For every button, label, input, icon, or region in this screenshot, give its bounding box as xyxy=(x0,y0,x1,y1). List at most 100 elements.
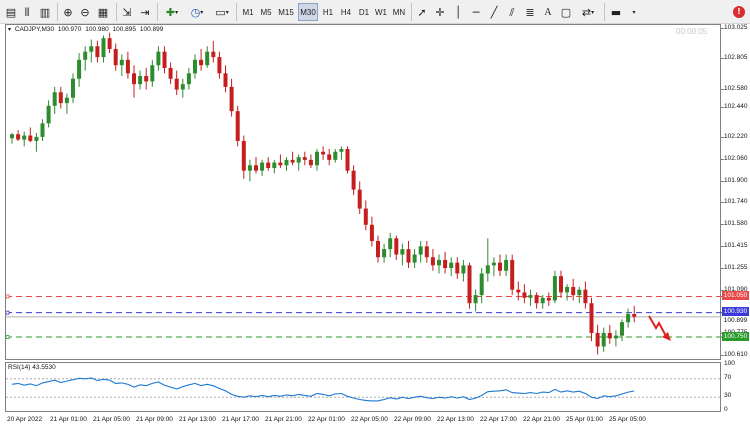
periods-icon[interactable]: ◷ ▾ xyxy=(186,3,208,21)
support-price-badge: 100.930 xyxy=(722,307,749,317)
arrows-icon[interactable]: ⇄ ▾ xyxy=(577,3,599,21)
candle-body xyxy=(583,289,588,304)
rsi-axis-label: 30 xyxy=(724,392,732,400)
rsi-pane[interactable] xyxy=(5,362,722,412)
horizontal-line-icon[interactable]: ─ xyxy=(469,3,483,21)
candle-body xyxy=(119,59,124,66)
crosshair-icon[interactable]: ✛ xyxy=(433,3,447,21)
candle-body xyxy=(113,48,118,66)
dropdown-icon[interactable]: ▾ xyxy=(627,3,641,21)
properties-icon[interactable]: ▬ xyxy=(609,3,623,21)
toolbar-separator xyxy=(604,3,605,21)
toolbar: ▤ ⦀ ▥ ⊕ ⊖ ▦ ⇲ ⇥ ✚ ▾ ◷ ▾ ▭ ▾ M1 M5 M15 M30 H… xyxy=(0,0,750,24)
candle-body xyxy=(223,73,228,87)
chart-shift-icon[interactable]: ⇥ xyxy=(138,3,152,21)
candle-body xyxy=(430,257,435,266)
price-axis[interactable]: 103.025 102.805 102.580 102.440 102.220 102.0… xyxy=(721,24,750,360)
candle-body xyxy=(345,149,350,171)
candle-body xyxy=(449,262,454,269)
candle-body xyxy=(437,259,441,266)
candle-body xyxy=(400,249,405,255)
candle-body xyxy=(71,78,75,98)
projection-arrow xyxy=(648,315,668,339)
projection-arrow-head xyxy=(662,332,671,341)
candle-body xyxy=(284,159,289,166)
candle-body xyxy=(394,238,399,255)
price-axis-tick xyxy=(721,246,724,248)
candle-body xyxy=(607,332,612,339)
timeframe-w1[interactable]: W1 xyxy=(373,3,389,21)
notification-icon[interactable]: ! xyxy=(732,3,746,21)
candle-body xyxy=(77,59,82,79)
support-line-blue-marker[interactable] xyxy=(6,310,10,315)
candle-body xyxy=(461,265,466,274)
auto-scroll-icon[interactable]: ⇲ xyxy=(120,3,134,21)
candle-body xyxy=(321,151,326,155)
text-label-icon[interactable]: ▢ xyxy=(559,3,573,21)
candle-body xyxy=(254,165,258,171)
candle-body xyxy=(485,265,490,274)
candle-body xyxy=(327,154,332,160)
toolbar-separator xyxy=(236,3,237,21)
candle-body xyxy=(571,286,576,296)
tile-windows-icon[interactable]: ▦ xyxy=(96,3,110,21)
timeframe-m15[interactable]: M15 xyxy=(276,3,296,21)
candlestick-icon[interactable]: ▥ xyxy=(38,3,52,21)
candle-body xyxy=(552,276,557,301)
target-line-green-marker[interactable] xyxy=(6,335,10,339)
time-axis-label: 22 Apr 21:00 xyxy=(523,416,560,423)
candle-body xyxy=(229,86,234,112)
price-axis-label: 102.805 xyxy=(724,54,748,62)
candle-body xyxy=(412,254,417,263)
timeframe-m30[interactable]: M30 xyxy=(298,3,318,21)
high-price: 100.980 xyxy=(85,26,109,33)
candle-body xyxy=(186,73,191,85)
bar-chart-icon[interactable]: ⦀ xyxy=(20,3,34,21)
text-icon[interactable]: A xyxy=(541,3,555,21)
price-axis-label: 101.900 xyxy=(724,176,748,184)
candle-body xyxy=(626,314,631,323)
time-axis-label: 22 Apr 09:00 xyxy=(394,416,431,423)
candle-body xyxy=(162,51,167,68)
candle-body xyxy=(22,135,27,140)
fibonacci-icon[interactable]: ≣ xyxy=(523,3,537,21)
price-axis-label: 102.060 xyxy=(724,154,748,162)
timeframe-m1[interactable]: M1 xyxy=(240,3,256,21)
candle-body xyxy=(498,262,502,271)
new-order-icon[interactable]: ▤ xyxy=(4,3,18,21)
candle-body xyxy=(510,259,515,290)
trendline-icon[interactable]: ╱ xyxy=(487,3,501,21)
timeframe-h4[interactable]: H4 xyxy=(338,3,354,21)
price-axis-label: 101.580 xyxy=(724,219,748,227)
price-axis-tick xyxy=(721,354,724,356)
timeframe-m5[interactable]: M5 xyxy=(258,3,274,21)
candle-body xyxy=(540,297,545,304)
candle-body xyxy=(601,332,606,347)
candle-body xyxy=(272,162,277,168)
zoom-out-icon[interactable]: ⊖ xyxy=(78,3,92,21)
timeframe-mn[interactable]: MN xyxy=(390,3,408,21)
timeframe-d1[interactable]: D1 xyxy=(356,3,372,21)
candle-body xyxy=(64,97,69,104)
candle-body xyxy=(351,170,356,190)
candle-body xyxy=(58,92,63,104)
price-chart[interactable] xyxy=(5,24,722,360)
resistance-line-marker[interactable] xyxy=(6,294,10,299)
zoom-in-icon[interactable]: ⊕ xyxy=(61,3,75,21)
time-axis-label: 21 Apr 13:00 xyxy=(179,416,216,423)
channel-icon[interactable]: ⫽ xyxy=(505,3,519,21)
candle-body xyxy=(504,259,509,271)
time-axis-label: 22 Apr 01:00 xyxy=(308,416,345,423)
templates-icon[interactable]: ▭ ▾ xyxy=(211,3,233,21)
resistance-price-badge: 101.050 xyxy=(722,290,749,300)
candle-body xyxy=(150,65,155,82)
vertical-line-icon[interactable]: │ xyxy=(451,3,465,21)
candle-body xyxy=(491,262,496,266)
low-price: 100.895 xyxy=(112,26,137,33)
candle-body xyxy=(382,249,387,258)
price-axis-tick xyxy=(721,107,724,109)
cursor-icon[interactable]: ➚ xyxy=(415,3,429,21)
indicators-icon[interactable]: ✚ ▾ xyxy=(161,3,183,21)
time-axis-label: 25 Apr 05:00 xyxy=(609,416,646,423)
timeframe-h1[interactable]: H1 xyxy=(320,3,336,21)
